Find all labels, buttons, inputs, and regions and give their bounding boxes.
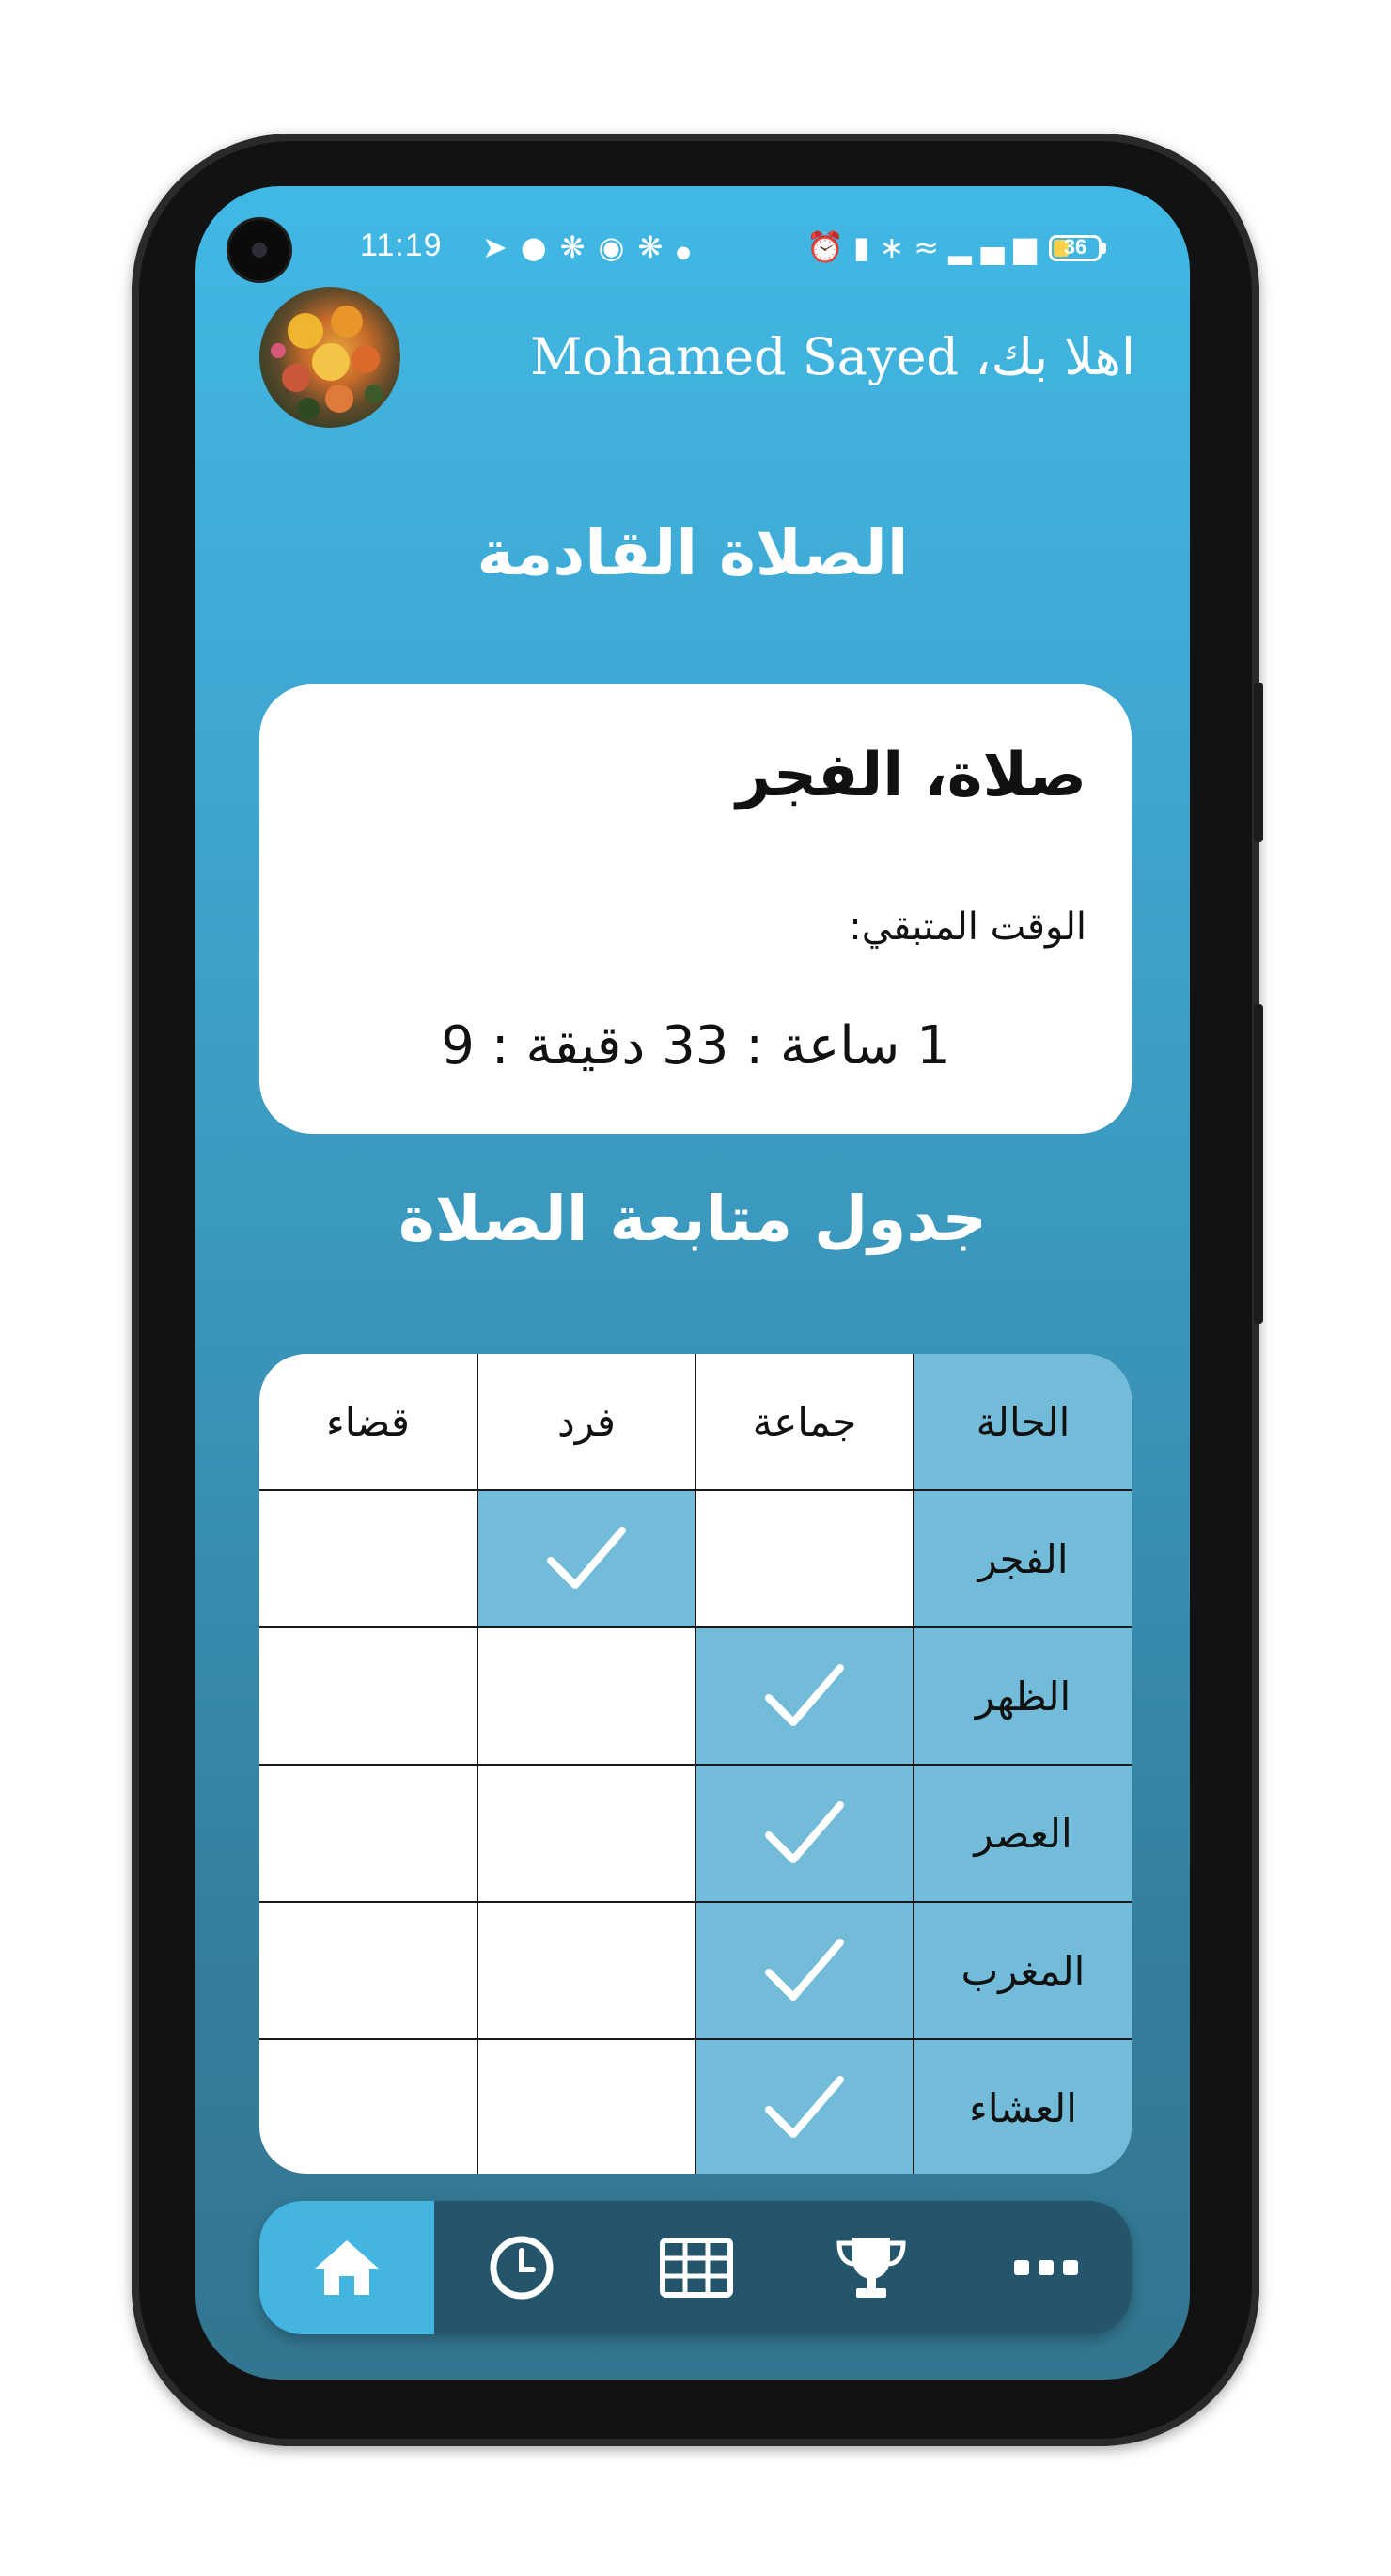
qada-cell[interactable] — [259, 1901, 478, 2040]
nav-table-button[interactable] — [609, 2201, 784, 2334]
jamaah-cell[interactable] — [695, 1764, 914, 1903]
check-icon — [696, 1658, 913, 1734]
next-prayer-title: الصلاة القادمة — [477, 517, 909, 589]
fard-cell[interactable] — [477, 1626, 696, 1766]
nav-more-button[interactable] — [959, 2201, 1132, 2334]
column-header-status: الحالة — [913, 1354, 1132, 1491]
signal-icon: ▂▄▆ — [948, 229, 1046, 265]
remaining-time-label: الوقت المتبقي: — [849, 905, 1086, 949]
battery-icon: 36 — [1049, 235, 1102, 261]
status-time: 11:19 — [360, 228, 443, 263]
quran-icon: ❋ — [559, 229, 599, 265]
notification-icons: ➤●❋◉❋● — [482, 229, 704, 265]
clock-icon — [490, 2236, 554, 2300]
table-row: الفجر — [259, 1489, 1132, 1628]
column-header-fard: فرد — [477, 1354, 696, 1491]
check-icon — [696, 1796, 913, 1871]
dot-icon: ● — [676, 243, 704, 262]
phone-power-button — [1254, 683, 1263, 842]
nav-achievements-button[interactable] — [784, 2201, 959, 2334]
table-row: العشاء — [259, 2038, 1132, 2174]
bluetooth-icon: ∗ — [879, 229, 914, 265]
battery-tip — [1102, 243, 1106, 254]
fard-cell[interactable] — [477, 1901, 696, 2040]
app-screen: 11:19 ➤●❋◉❋● ⏰▮∗≈▂▄▆ 36 اهلا بك، Mohamed… — [195, 186, 1190, 2380]
jamaah-cell[interactable] — [695, 1901, 914, 2040]
next-prayer-card: صلاة، الفجر الوقت المتبقي: 1 ساعة : 33 د… — [259, 684, 1132, 1134]
system-icons: ⏰▮∗≈▂▄▆ — [806, 229, 1046, 265]
tracker-title: جدول متابعة الصلاة — [398, 1183, 988, 1255]
qada-cell[interactable] — [259, 1764, 478, 1903]
phone-volume-button — [1254, 1004, 1263, 1324]
greeting-text: اهلا بك، Mohamed Sayed — [530, 327, 1135, 386]
trophy-icon — [836, 2238, 906, 2298]
avatar[interactable] — [259, 287, 400, 428]
column-header-jamaah: جماعة — [695, 1354, 914, 1491]
qada-cell[interactable] — [259, 1626, 478, 1766]
facebook-icon: ◉ — [598, 229, 638, 265]
check-icon — [696, 1933, 913, 2008]
nav-home-button[interactable] — [259, 2201, 434, 2334]
prayer-name-cell: العشاء — [913, 2038, 1132, 2174]
battery-level: 36 — [1063, 235, 1087, 259]
prayer-name-cell: الظهر — [913, 1626, 1132, 1766]
nav-history-button[interactable] — [434, 2201, 609, 2334]
home-icon — [315, 2240, 379, 2295]
fard-cell[interactable] — [477, 1489, 696, 1628]
status-bar: 11:19 ➤●❋◉❋● ⏰▮∗≈▂▄▆ 36 — [195, 222, 1190, 275]
prayer-name-cell: الفجر — [913, 1489, 1132, 1628]
more-icon — [1014, 2260, 1078, 2275]
qada-cell[interactable] — [259, 1489, 478, 1628]
bottom-nav — [259, 2201, 1132, 2334]
next-prayer-name: صلاة، الفجر — [736, 741, 1086, 810]
fard-cell[interactable] — [477, 2038, 696, 2174]
jamaah-cell[interactable] — [695, 1626, 914, 1766]
telegram-icon: ➤ — [482, 229, 521, 265]
quran-icon: ❋ — [637, 229, 677, 265]
messenger-icon: ● — [520, 229, 560, 265]
jamaah-cell[interactable] — [695, 2038, 914, 2174]
prayer-name-cell: العصر — [913, 1764, 1132, 1903]
countdown-timer: 1 ساعة : 33 دقيقة : 9 — [441, 1015, 950, 1076]
table-icon — [660, 2238, 733, 2298]
table-row: العصر — [259, 1764, 1132, 1903]
table-header-row: قضاء فرد جماعة الحالة — [259, 1354, 1132, 1491]
wifi-icon: ≈ — [914, 229, 949, 265]
column-header-qada: قضاء — [259, 1354, 478, 1491]
prayer-name-cell: المغرب — [913, 1901, 1132, 2040]
check-icon — [478, 1521, 695, 1596]
vibrate-icon: ▮ — [852, 229, 880, 265]
check-icon — [696, 2070, 913, 2145]
qada-cell[interactable] — [259, 2038, 478, 2174]
fard-cell[interactable] — [477, 1764, 696, 1903]
alarm-icon: ⏰ — [806, 229, 853, 265]
table-row: الظهر — [259, 1626, 1132, 1766]
jamaah-cell[interactable] — [695, 1489, 914, 1628]
table-row: المغرب — [259, 1901, 1132, 2040]
prayer-tracker-table: قضاء فرد جماعة الحالة الفجر الظهر العصر … — [259, 1354, 1132, 2174]
